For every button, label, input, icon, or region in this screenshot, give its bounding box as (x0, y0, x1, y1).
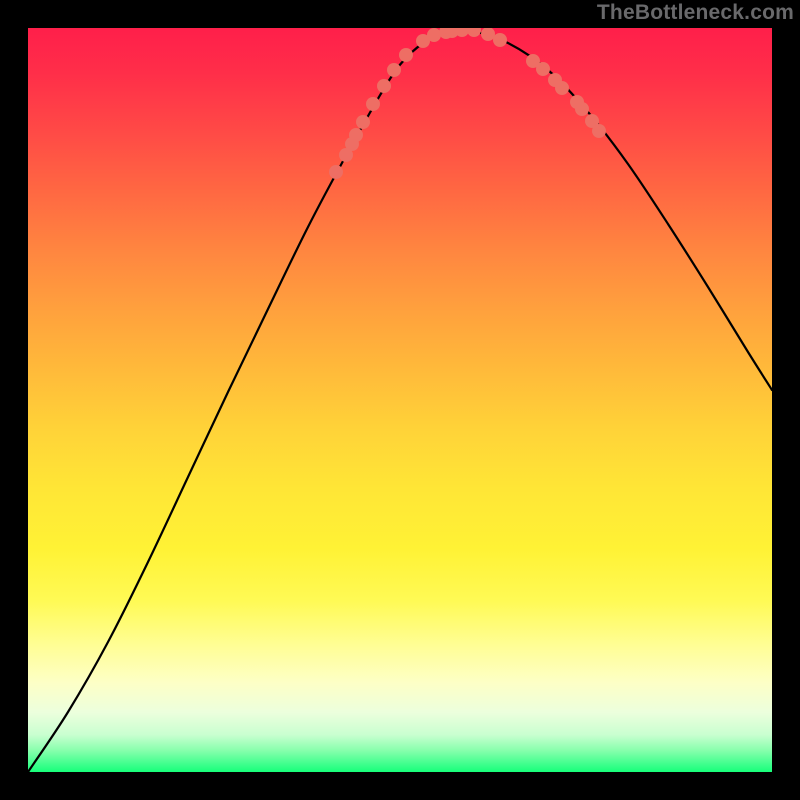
highlight-dot (387, 63, 401, 77)
highlight-dot (536, 62, 550, 76)
highlight-dot (592, 124, 606, 138)
highlight-dot (427, 28, 441, 42)
attribution-watermark: TheBottleneck.com (597, 1, 794, 25)
chart-svg (28, 28, 772, 772)
highlight-dot (366, 97, 380, 111)
highlight-dot (555, 81, 569, 95)
highlight-dot (399, 48, 413, 62)
highlight-dot (493, 33, 507, 47)
highlight-dot (467, 28, 481, 37)
highlight-dot (356, 115, 370, 129)
highlight-dot (575, 102, 589, 116)
highlight-dots-group (329, 28, 606, 179)
chart-plot-area (28, 28, 772, 772)
highlight-dot (329, 165, 343, 179)
highlight-dot (481, 28, 495, 41)
highlight-dot (377, 79, 391, 93)
highlight-dot (349, 128, 363, 142)
bottleneck-curve (28, 30, 772, 772)
